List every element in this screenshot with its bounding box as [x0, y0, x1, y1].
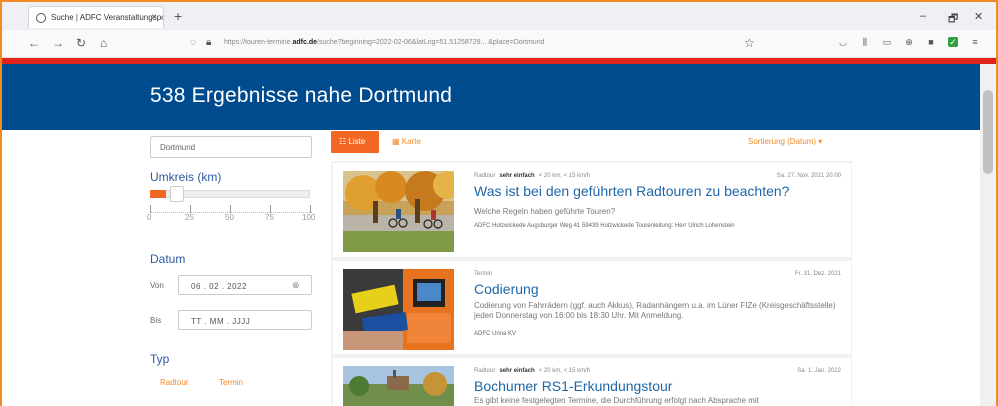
tab-bar: Suche | ADFC Veranstaltungspo × + – 🗗 ✕	[2, 2, 996, 30]
result-description: Codierung von Fahrrädern (ggf. auch Akku…	[474, 301, 836, 320]
lock-icon[interactable]: 🔒︎	[206, 37, 211, 48]
radius-tick-label: 0	[147, 213, 152, 222]
clear-date-icon[interactable]: ⊗	[292, 280, 300, 291]
shield-icon[interactable]: ◌	[190, 37, 196, 48]
browser-tab[interactable]: Suche | ADFC Veranstaltungspo ×	[28, 6, 164, 28]
result-meta: Termin	[474, 271, 493, 277]
menu-icon[interactable]: ≡	[970, 37, 980, 47]
radius-label: Umkreis (km)	[150, 170, 222, 184]
list-view-button[interactable]: ☷ Liste	[331, 131, 379, 153]
new-tab-button[interactable]: +	[174, 8, 182, 24]
radius-tick	[270, 205, 271, 213]
results-header: 538 Ergebnisse nahe Dortmund	[2, 64, 980, 130]
minimize-button[interactable]: –	[920, 10, 926, 22]
radius-slider-handle[interactable]	[170, 186, 184, 202]
radius-tick-label: 75	[265, 213, 274, 222]
to-label: Bis	[150, 316, 162, 325]
reload-icon[interactable]: ↻	[76, 36, 86, 50]
url-text[interactable]: https://touren-termine.adfc.de/suche?beg…	[224, 39, 544, 46]
navigation-bar: ← → ↻ ⌂ ◌ 🔒︎ https://touren-termine.adfc…	[2, 30, 996, 58]
result-date: Sa. 1. Jan. 2022	[797, 368, 841, 374]
bike-coding-photo	[343, 269, 454, 350]
place-input[interactable]: Dortmund	[150, 136, 312, 158]
result-date: Fr. 31. Dez. 2021	[794, 271, 841, 277]
cyclists-autumn-photo	[343, 171, 454, 252]
library-icon[interactable]: ⫼	[860, 37, 870, 47]
type-option-radtour[interactable]: Radtour	[160, 378, 188, 387]
home-icon[interactable]: ⌂	[100, 36, 107, 50]
radius-scale	[150, 203, 312, 213]
result-description: Es gibt keine festgelegten Termine, die …	[474, 396, 759, 405]
to-date-input[interactable]: TT . MM . JJJJ	[178, 310, 312, 330]
page-title: 538 Ergebnisse nahe Dortmund	[150, 84, 453, 107]
result-meta: Radtour sehr einfach < 20 km, < 15 km/h	[474, 173, 591, 179]
forward-icon[interactable]: →	[52, 36, 64, 50]
radius-slider-fill	[150, 190, 166, 198]
close-window-button[interactable]: ✕	[974, 10, 983, 23]
loading-icon	[36, 13, 46, 23]
radius-tick	[310, 205, 311, 213]
result-card[interactable]: Termin Fr. 31. Dez. 2021 Codierung Codie…	[333, 261, 851, 354]
result-title[interactable]: Was ist bei den geführten Radtouren zu b…	[474, 183, 789, 199]
url-bar[interactable]: ◌ 🔒︎ https://touren-termine.adfc.de/such…	[182, 34, 772, 54]
sort-dropdown[interactable]: Sortierung (Datum) ▾	[748, 137, 822, 146]
scrollbar-thumb[interactable]	[983, 90, 993, 174]
type-option-termin[interactable]: Termin	[219, 378, 243, 387]
result-card[interactable]: Radtour sehr einfach < 20 km, < 15 km/h Sa…	[333, 358, 851, 406]
sidebar-icon[interactable]: ▭	[882, 37, 892, 47]
result-description: Welche Regeln haben geführte Touren?	[474, 207, 616, 216]
result-organizer: ADFC Unna KV	[474, 331, 517, 337]
bookmark-star-icon[interactable]: ☆	[744, 36, 755, 50]
result-title[interactable]: Codierung	[474, 281, 539, 297]
result-title[interactable]: Bochumer RS1-Erkundungstour	[474, 378, 672, 394]
extension-icon[interactable]: ■	[926, 37, 936, 47]
bochum-landscape-photo	[343, 366, 454, 406]
result-date: Sa. 27. Nov. 2021 20:00	[776, 173, 841, 179]
zoom-icon[interactable]: ⊕	[904, 37, 914, 47]
radius-tick	[150, 205, 151, 213]
pocket-icon[interactable]: ◡	[838, 37, 848, 47]
result-organizer: ADFC Holzwickede Augsburger Weg 41 59439…	[474, 223, 735, 229]
close-tab-icon[interactable]: ×	[151, 12, 157, 23]
radius-tick-label: 25	[185, 213, 194, 222]
checkmark-extension-icon[interactable]: ✓	[948, 37, 958, 47]
tab-title: Suche | ADFC Veranstaltungspo	[51, 13, 164, 22]
date-label: Datum	[150, 252, 186, 266]
radius-tick	[190, 205, 191, 213]
maximize-button[interactable]: 🗗	[948, 10, 958, 29]
radius-tick-label: 50	[225, 213, 234, 222]
result-meta: Radtour sehr einfach < 20 km, < 15 km/h	[474, 368, 591, 374]
type-label: Typ	[150, 352, 170, 366]
from-label: Von	[150, 281, 164, 290]
back-icon[interactable]: ←	[28, 36, 40, 50]
radius-tick-label: 100	[302, 213, 316, 222]
map-view-button[interactable]: ▦ Karte	[392, 137, 421, 146]
result-card[interactable]: Radtour sehr einfach < 20 km, < 15 km/h Sa…	[333, 163, 851, 257]
radius-tick	[230, 205, 231, 213]
